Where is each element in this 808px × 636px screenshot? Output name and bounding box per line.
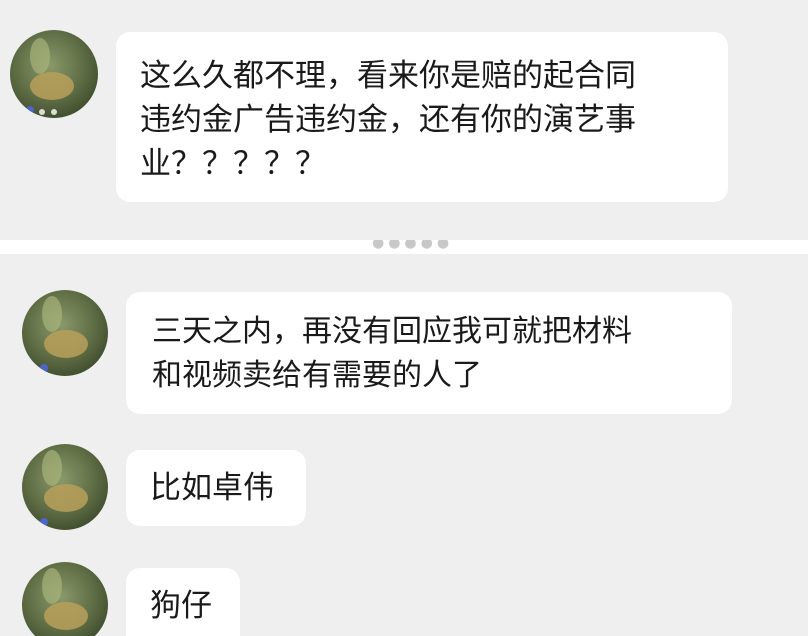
avatar-image-icon	[22, 290, 108, 376]
message-text: 三天之内，再没有回应我可就把材料 和视频卖给有需要的人了	[152, 314, 632, 393]
chat-panel-top: 这么久都不理，看来你是赔的起合同 违约金广告违约金，还有你的演艺事 业？？？？？	[0, 0, 808, 240]
sender-avatar[interactable]	[10, 30, 98, 118]
sender-avatar[interactable]	[22, 444, 108, 530]
message-text: 这么久都不理，看来你是赔的起合同 违约金广告违约金，还有你的演艺事 业？？？？？	[140, 58, 636, 182]
avatar-image-icon	[10, 30, 98, 118]
screenshot-divider: ●●●●●	[0, 240, 808, 254]
sender-avatar[interactable]	[22, 562, 108, 636]
chat-screen: 这么久都不理，看来你是赔的起合同 违约金广告违约金，还有你的演艺事 业？？？？？…	[0, 0, 808, 636]
message-bubble[interactable]: 比如卓伟	[126, 450, 306, 526]
message-text: 狗仔	[150, 588, 212, 624]
message-bubble[interactable]: 这么久都不理，看来你是赔的起合同 违约金广告违约金，还有你的演艺事 业？？？？？	[116, 32, 728, 202]
avatar-image-icon	[22, 444, 108, 530]
chat-panel-bottom: 三天之内，再没有回应我可就把材料 和视频卖给有需要的人了 比如卓伟 狗仔	[0, 254, 808, 636]
avatar-image-icon	[22, 562, 108, 636]
sender-avatar[interactable]	[22, 290, 108, 376]
message-text: 比如卓伟	[150, 470, 274, 506]
message-bubble[interactable]: 狗仔	[126, 568, 240, 636]
message-bubble[interactable]: 三天之内，再没有回应我可就把材料 和视频卖给有需要的人了	[126, 292, 732, 414]
divider-dots: ●●●●●	[372, 240, 454, 251]
